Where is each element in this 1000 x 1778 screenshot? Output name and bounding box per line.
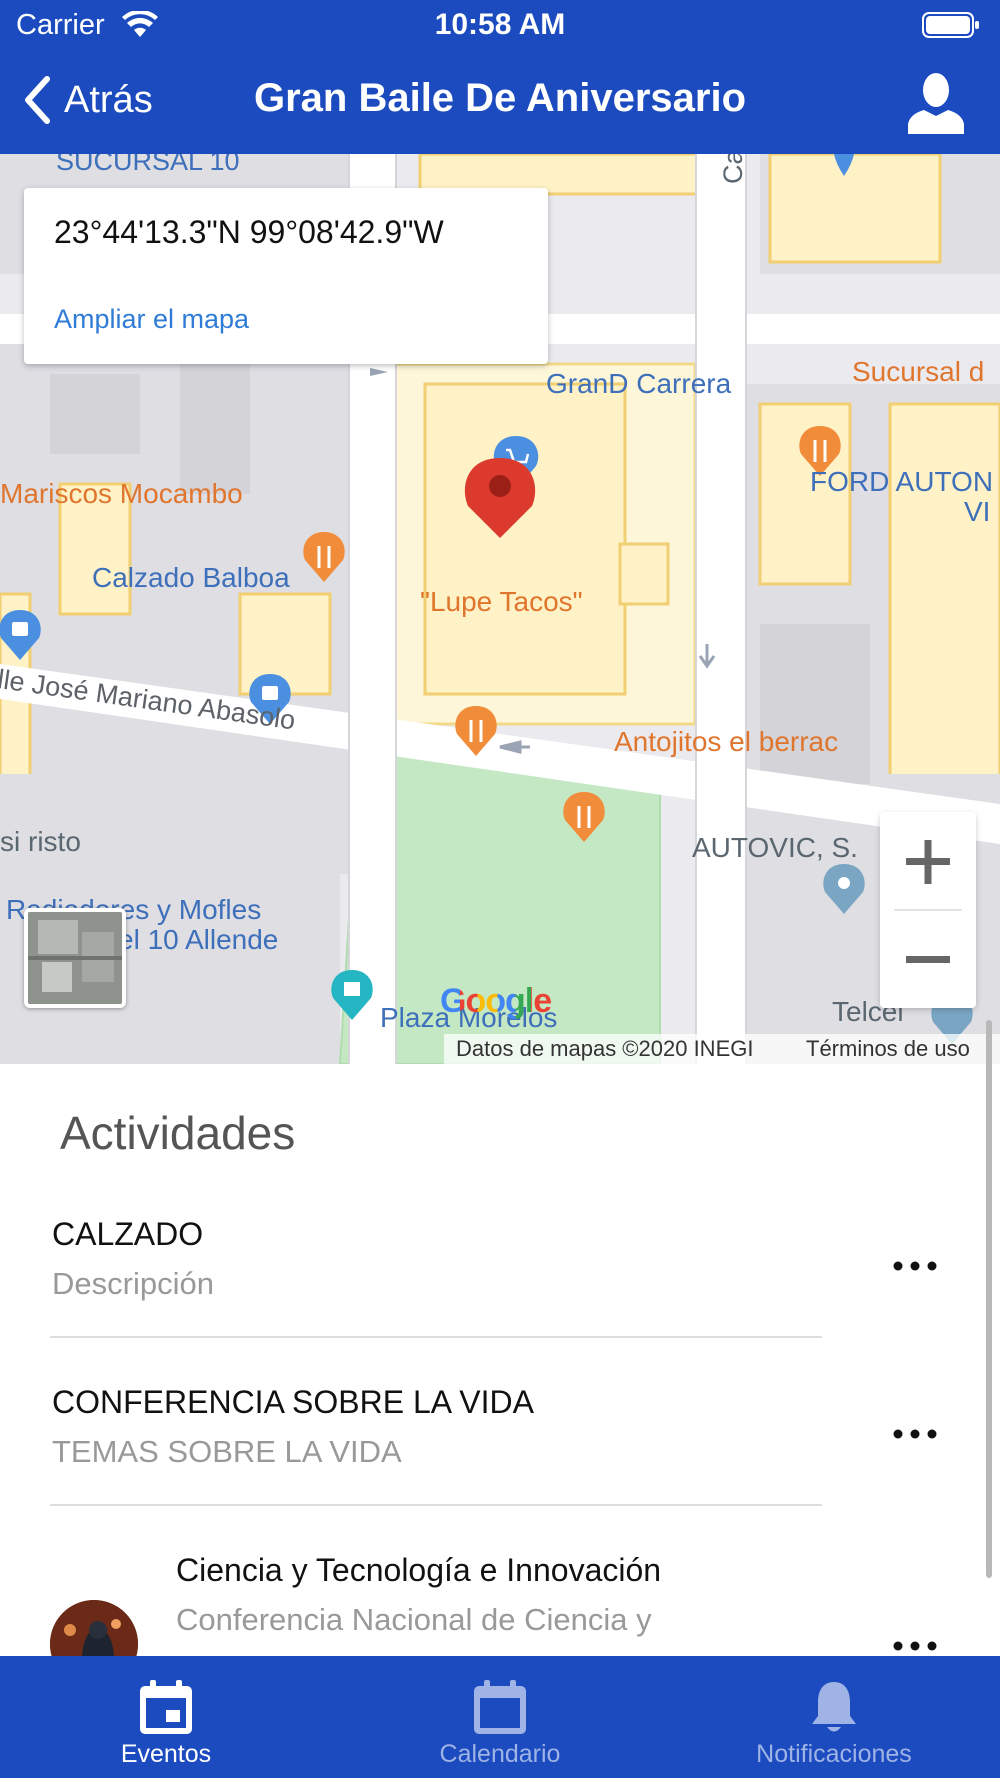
- map-label-sucursal-10: SUCURSAL 10: [56, 154, 240, 176]
- page-title: Gran Baile De Aniversario: [253, 76, 747, 120]
- map-label-calzado-balboa: Calzado Balboa: [92, 562, 290, 593]
- status-bar: Carrier 10:58 AM: [0, 0, 1000, 50]
- enlarge-map-link[interactable]: Ampliar el mapa: [54, 304, 249, 335]
- terms-of-use-link[interactable]: Términos de uso: [806, 1036, 970, 1062]
- zoom-controls: [880, 812, 976, 1008]
- tab-notificaciones[interactable]: Notificaciones: [724, 1656, 944, 1778]
- user-profile-icon[interactable]: [906, 72, 966, 134]
- calendar-icon: [474, 1680, 526, 1734]
- bell-icon: [812, 1682, 856, 1732]
- map-view[interactable]: SUCURSAL 10 Calle GranD Carrera Sucursal…: [0, 154, 1000, 1064]
- activity-description: TEMAS SOBRE LA VIDA: [52, 1434, 402, 1469]
- scrollbar[interactable]: [986, 1020, 992, 1578]
- map-label-cristo: si risto: [0, 826, 81, 857]
- activity-name: CONFERENCIA SOBRE LA VIDA: [52, 1384, 534, 1420]
- more-options-icon[interactable]: [890, 1636, 940, 1656]
- satellite-thumbnail-icon: [28, 912, 122, 1004]
- activity-description: Conferencia Nacional de Ciencia y: [176, 1602, 652, 1637]
- tab-label: Notificaciones: [756, 1740, 912, 1768]
- map-label-ford: FORD AUTON: [810, 466, 994, 497]
- map-label-sucursal: Sucursal d: [852, 356, 985, 387]
- more-options-icon[interactable]: [890, 1424, 940, 1444]
- map-label-antojitos: Antojitos el berrac: [614, 726, 839, 757]
- top-bar: Carrier 10:58 AM Atrás Gran Baile De Ani…: [0, 0, 1000, 154]
- map-label-lupe-tacos: "Lupe Tacos": [420, 586, 583, 617]
- zoom-in-button[interactable]: [880, 812, 976, 910]
- calendar-day-icon: [140, 1680, 192, 1734]
- status-time: 10:58 AM: [434, 8, 566, 41]
- more-options-icon[interactable]: [890, 1256, 940, 1276]
- map-label-radiadores-2: el 10 Allende: [118, 924, 279, 955]
- map-label-grand-carrera: GranD Carrera: [546, 368, 732, 399]
- coordinates-text: 23°44'13.3"N 99°08'42.9"W: [54, 214, 444, 250]
- map-label-ford-2: VI: [964, 496, 991, 527]
- activities-heading: Actividades: [60, 1107, 296, 1159]
- map-data-attribution: Datos de mapas ©2020 INEGI: [456, 1036, 754, 1061]
- coordinates-card: 23°44'13.3"N 99°08'42.9"W Ampliar el map…: [24, 188, 548, 364]
- activity-name: Ciencia y Tecnología e Innovación: [176, 1552, 662, 1588]
- tab-label: Calendario: [439, 1740, 561, 1768]
- map-attribution-bar: Datos de mapas ©2020 INEGI Términos de u…: [444, 1034, 1000, 1064]
- navigation-bar: Atrás Gran Baile De Aniversario: [0, 50, 1000, 154]
- row-divider: [50, 1504, 822, 1506]
- tab-bar: Eventos Calendario Notificaciones: [0, 1656, 1000, 1778]
- map-label-autovic: AUTOVIC, S.: [692, 832, 858, 863]
- row-divider: [50, 1336, 822, 1338]
- battery-icon: [922, 12, 979, 38]
- satellite-view-toggle[interactable]: [24, 908, 126, 1008]
- tab-calendario[interactable]: Calendario: [390, 1656, 610, 1778]
- map-label-mariscos-mocambo: Mariscos Mocambo: [0, 478, 243, 509]
- zoom-out-button[interactable]: [880, 910, 976, 1008]
- google-logo: Google: [440, 982, 552, 1020]
- map-label-street-calle: Calle: [718, 154, 749, 184]
- tab-label: Eventos: [120, 1740, 212, 1768]
- activity-description: Descripción: [52, 1266, 214, 1301]
- tab-eventos[interactable]: Eventos: [56, 1656, 276, 1778]
- activity-name: CALZADO: [52, 1216, 204, 1252]
